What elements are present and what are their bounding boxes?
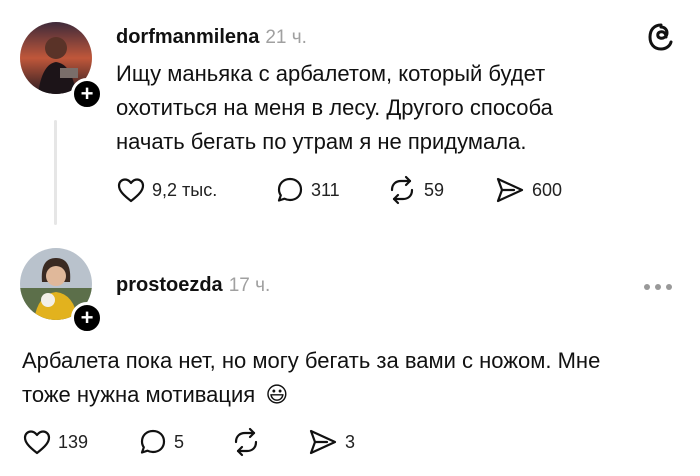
heart-icon [23, 430, 51, 455]
repost-button[interactable] [230, 427, 268, 457]
comment-button[interactable]: 311 [275, 175, 340, 205]
post-text-line: начать бегать по утрам я не придумала. [116, 129, 527, 154]
follow-plus-button[interactable]: + [71, 78, 103, 110]
post-text-line: тоже нужна мотивация 😃 [22, 378, 600, 413]
post-text-line: Арбалета пока нет, но могу бегать за вам… [22, 348, 601, 373]
share-button[interactable]: 600 [494, 175, 562, 205]
like-count: 139 [58, 431, 89, 452]
grinning-emoji: 😃 [265, 383, 289, 408]
post-header: dorfmanmilena 21 ч. [116, 26, 307, 49]
post-text: Арбалета пока нет, но могу бегать за вам… [22, 344, 600, 413]
username[interactable]: dorfmanmilena [116, 26, 259, 49]
comment-count: 311 [311, 179, 340, 200]
heart-icon [117, 178, 145, 203]
post-text-line: Ищу маньяка с арбалетом, который будет [116, 61, 546, 86]
like-button[interactable]: 9,2 тыс. [116, 175, 217, 205]
share-count: 600 [532, 179, 563, 200]
share-count: 3 [345, 431, 356, 452]
post-text-fragment: тоже нужна мотивация [22, 382, 256, 407]
repost-icon [390, 175, 414, 205]
timestamp: 21 ч. [265, 27, 307, 48]
comment-icon [277, 177, 303, 202]
like-button[interactable]: 139 [22, 427, 88, 457]
more-options-icon[interactable] [641, 280, 675, 298]
repost-button[interactable]: 59 [386, 175, 444, 205]
timestamp: 17 ч. [228, 275, 271, 296]
share-icon [309, 429, 337, 455]
share-icon [496, 177, 524, 203]
username[interactable]: prostoezda [116, 274, 223, 297]
like-count: 9,2 тыс. [152, 179, 218, 200]
comment-icon [140, 429, 166, 454]
threads-logo-icon[interactable] [646, 22, 676, 57]
post-text-line: охотиться на меня в лесу. Другого способ… [116, 95, 553, 120]
repost-count: 59 [424, 179, 445, 200]
thread-line [54, 120, 57, 225]
repost-icon [234, 427, 258, 457]
post-text: Ищу маньяка с арбалетом, который будет о… [116, 57, 553, 159]
post-header: prostoezda 17 ч. [116, 274, 270, 297]
share-button[interactable]: 3 [307, 427, 355, 457]
comment-count: 5 [174, 431, 185, 452]
follow-plus-button[interactable]: + [71, 302, 103, 334]
comment-button[interactable]: 5 [138, 427, 184, 457]
